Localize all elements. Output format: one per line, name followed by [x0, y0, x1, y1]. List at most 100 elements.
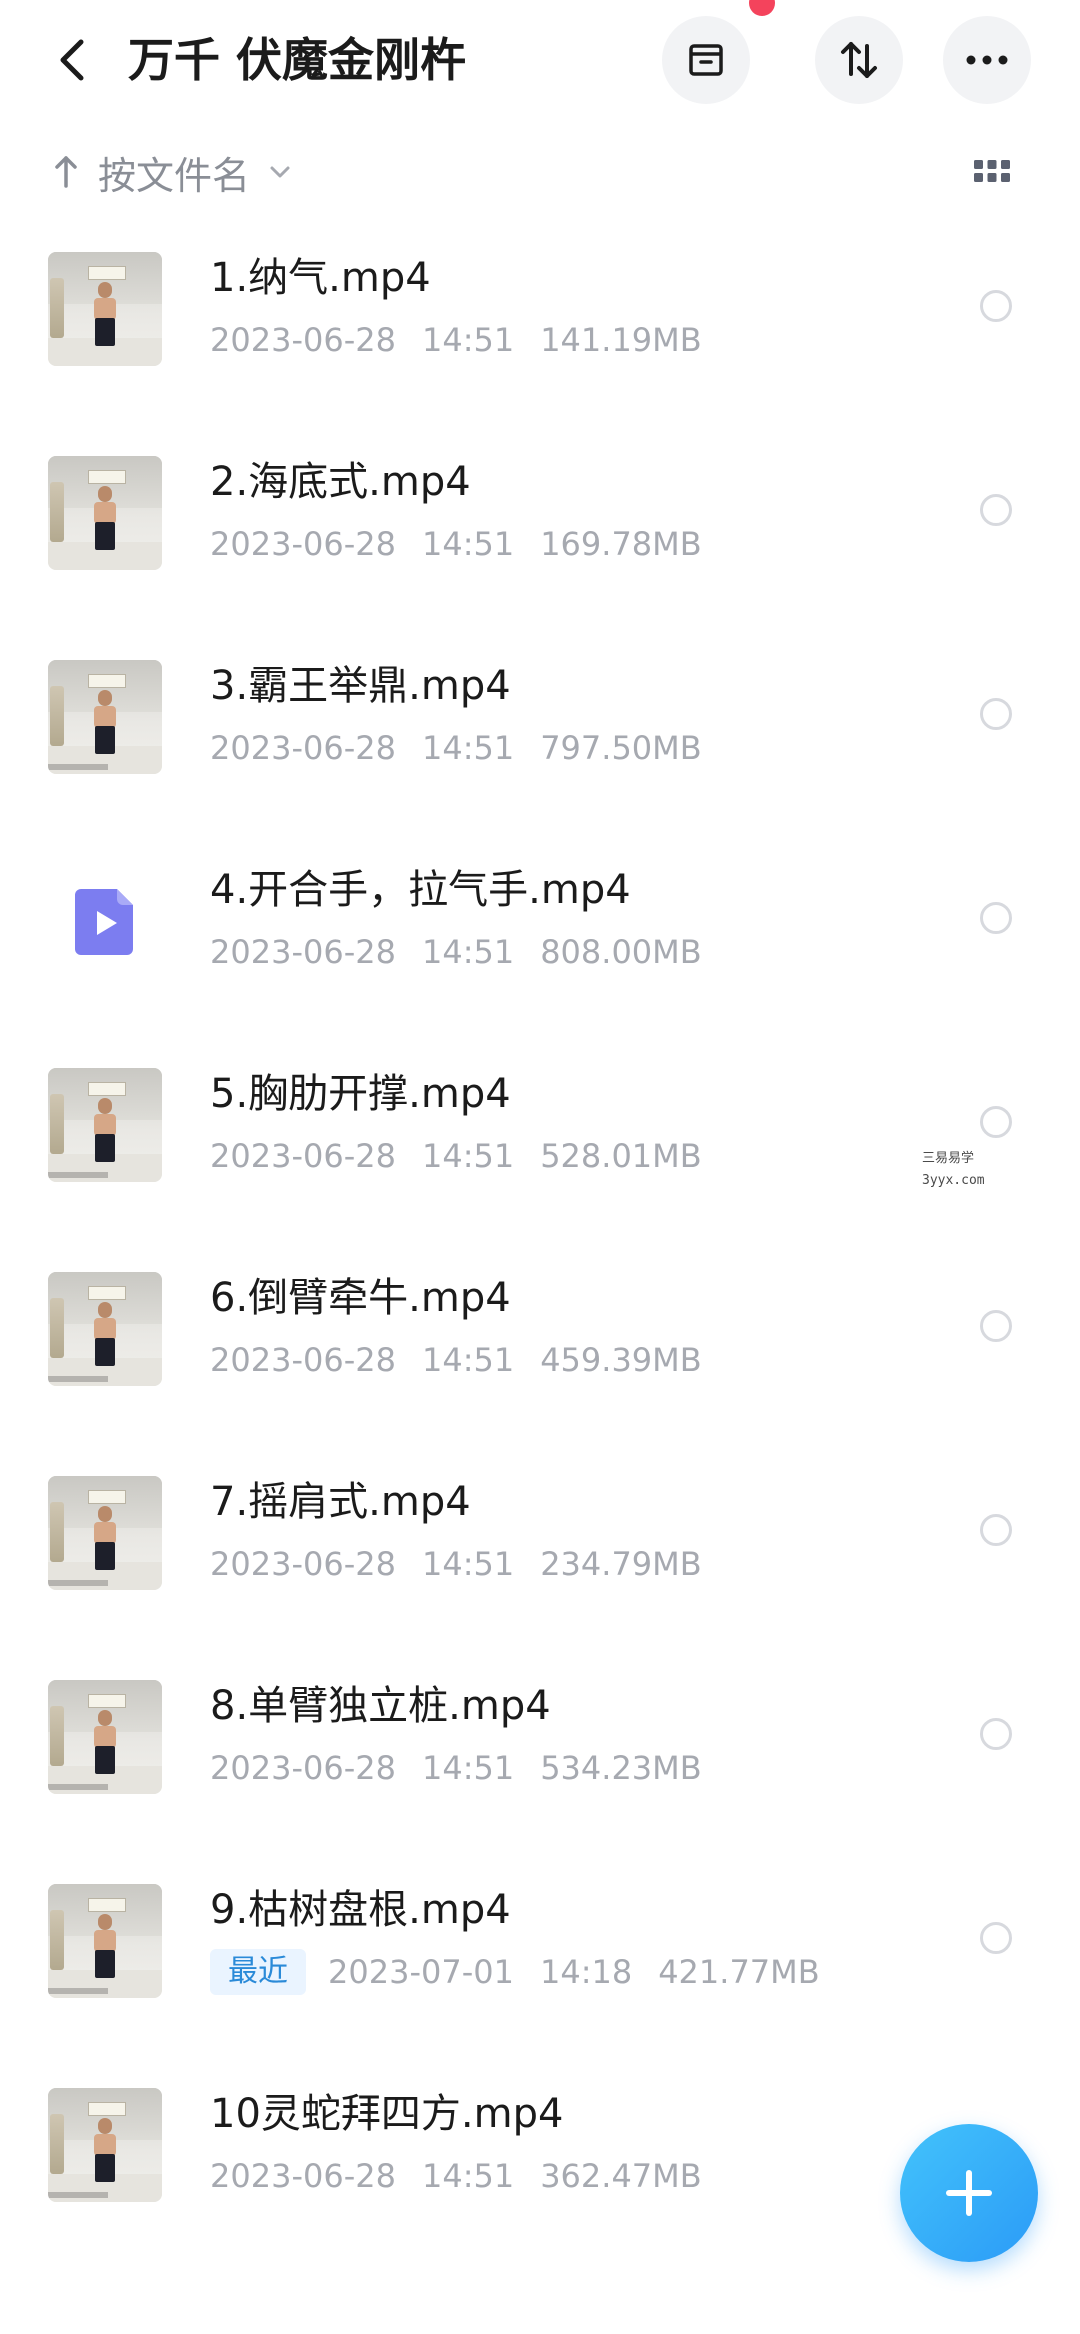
file-size: 234.79MB — [540, 1545, 702, 1583]
video-thumbnail — [48, 456, 162, 570]
file-size: 534.23MB — [540, 1749, 702, 1787]
file-name: 3.霸王举鼎.mp4 — [210, 663, 511, 709]
watermark-line2: 3yyx.com — [922, 1173, 985, 1188]
watermark: 三易易学 3yyx.com — [922, 1148, 1012, 1192]
sort-order-button[interactable] — [815, 16, 903, 104]
more-options-button[interactable] — [943, 16, 1031, 104]
file-row[interactable]: 9.枯树盘根.mp4 最近 2023-07-01 14:18 421.77MB — [0, 1868, 1080, 2072]
file-name: 9.枯树盘根.mp4 — [210, 1887, 511, 1933]
file-row[interactable]: 1.纳气.mp4 2023-06-28 14:51 141.19MB — [0, 236, 1080, 440]
file-row[interactable]: 5.胸肋开撑.mp4 2023-06-28 14:51 528.01MB — [0, 1052, 1080, 1256]
file-size: 459.39MB — [540, 1341, 702, 1379]
select-radio[interactable] — [980, 698, 1012, 730]
file-name: 6.倒臂牵牛.mp4 — [210, 1275, 511, 1321]
file-name: 8.单臂独立桩.mp4 — [210, 1683, 551, 1729]
file-row[interactable]: 3.霸王举鼎.mp4 2023-06-28 14:51 797.50MB — [0, 644, 1080, 848]
archive-button[interactable] — [662, 16, 750, 104]
watermark-line1: 三易易学 — [922, 1151, 975, 1166]
file-row[interactable]: 2.海底式.mp4 2023-06-28 14:51 169.78MB — [0, 440, 1080, 644]
file-time: 14:51 — [421, 1545, 515, 1583]
file-size: 362.47MB — [540, 2157, 702, 2195]
recent-badge: 最近 — [210, 1949, 306, 1995]
page-title: 万千 伏魔金刚杵 — [128, 33, 467, 87]
file-time: 14:51 — [421, 321, 515, 359]
arrow-up-icon — [55, 156, 77, 188]
chevron-down-icon — [270, 166, 290, 178]
video-thumbnail — [48, 1476, 162, 1590]
file-time: 14:51 — [421, 1749, 515, 1787]
sort-by-name-button[interactable]: 按文件名 — [52, 142, 292, 202]
file-date: 2023-06-28 — [210, 525, 396, 563]
file-meta: 最近 2023-07-01 14:18 421.77MB — [210, 1948, 846, 1996]
archive-box-icon — [689, 44, 723, 76]
video-thumbnail — [48, 2088, 162, 2202]
select-radio[interactable] — [980, 1718, 1012, 1750]
file-name: 10灵蛇拜四方.mp4 — [210, 2091, 564, 2137]
video-file-icon — [48, 864, 162, 978]
grid-view-icon — [974, 160, 1010, 182]
grid-view-button[interactable] — [970, 150, 1014, 194]
file-meta: 2023-06-28 14:51 362.47MB — [210, 2152, 728, 2200]
add-button[interactable] — [900, 2124, 1038, 2262]
select-radio[interactable] — [980, 1514, 1012, 1546]
more-horizontal-icon — [966, 55, 1008, 65]
sort-bar: 按文件名 — [0, 136, 1080, 208]
file-row[interactable]: 8.单臂独立桩.mp4 2023-06-28 14:51 534.23MB — [0, 1664, 1080, 1868]
file-meta: 2023-06-28 14:51 797.50MB — [210, 724, 728, 772]
file-row[interactable]: 7.摇肩式.mp4 2023-06-28 14:51 234.79MB — [0, 1460, 1080, 1664]
file-date: 2023-06-28 — [210, 1749, 396, 1787]
file-time: 14:51 — [421, 729, 515, 767]
notification-dot — [749, 0, 775, 16]
file-date: 2023-07-01 — [328, 1953, 514, 1991]
file-time: 14:51 — [421, 2157, 515, 2195]
sort-label: 按文件名 — [98, 153, 251, 198]
select-radio[interactable] — [980, 1922, 1012, 1954]
video-thumbnail — [48, 1680, 162, 1794]
file-name: 1.纳气.mp4 — [210, 255, 431, 301]
file-row[interactable]: 4.开合手，拉气手.mp4 2023-06-28 14:51 808.00MB — [0, 848, 1080, 1052]
file-meta: 2023-06-28 14:51 534.23MB — [210, 1744, 728, 1792]
file-meta: 2023-06-28 14:51 808.00MB — [210, 928, 728, 976]
file-date: 2023-06-28 — [210, 729, 396, 767]
file-time: 14:51 — [421, 1137, 515, 1175]
select-radio[interactable] — [980, 494, 1012, 526]
file-time: 14:51 — [421, 525, 515, 563]
top-app-bar: 万千 伏魔金刚杵 — [0, 0, 1080, 124]
video-thumbnail — [48, 1272, 162, 1386]
file-size: 808.00MB — [540, 933, 702, 971]
file-size: 169.78MB — [540, 525, 702, 563]
select-radio[interactable] — [980, 902, 1012, 934]
file-date: 2023-06-28 — [210, 933, 396, 971]
chevron-left-icon — [60, 39, 84, 81]
file-name: 7.摇肩式.mp4 — [210, 1479, 471, 1525]
file-meta: 2023-06-28 14:51 141.19MB — [210, 316, 728, 364]
file-date: 2023-06-28 — [210, 321, 396, 359]
select-radio[interactable] — [980, 1106, 1012, 1138]
file-size: 528.01MB — [540, 1137, 702, 1175]
file-time: 14:51 — [421, 1341, 515, 1379]
file-size: 421.77MB — [658, 1953, 820, 1991]
plus-icon — [946, 2170, 992, 2216]
select-radio[interactable] — [980, 290, 1012, 322]
file-time: 14:51 — [421, 933, 515, 971]
file-date: 2023-06-28 — [210, 2157, 396, 2195]
file-time: 14:18 — [539, 1953, 633, 1991]
file-list: 1.纳气.mp4 2023-06-28 14:51 141.19MB 2.海底式… — [0, 236, 1080, 2276]
swap-vertical-icon — [841, 42, 877, 78]
select-radio[interactable] — [980, 1310, 1012, 1342]
file-meta: 2023-06-28 14:51 234.79MB — [210, 1540, 728, 1588]
file-name: 4.开合手，拉气手.mp4 — [210, 867, 631, 913]
file-size: 797.50MB — [540, 729, 702, 767]
file-meta: 2023-06-28 14:51 169.78MB — [210, 520, 728, 568]
video-thumbnail — [48, 660, 162, 774]
back-button[interactable] — [40, 28, 104, 92]
file-date: 2023-06-28 — [210, 1137, 396, 1175]
file-date: 2023-06-28 — [210, 1545, 396, 1583]
video-thumbnail — [48, 252, 162, 366]
file-row[interactable]: 6.倒臂牵牛.mp4 2023-06-28 14:51 459.39MB — [0, 1256, 1080, 1460]
file-size: 141.19MB — [540, 321, 702, 359]
video-thumbnail — [48, 1068, 162, 1182]
file-meta: 2023-06-28 14:51 459.39MB — [210, 1336, 728, 1384]
file-meta: 2023-06-28 14:51 528.01MB — [210, 1132, 728, 1180]
file-name: 5.胸肋开撑.mp4 — [210, 1071, 511, 1117]
